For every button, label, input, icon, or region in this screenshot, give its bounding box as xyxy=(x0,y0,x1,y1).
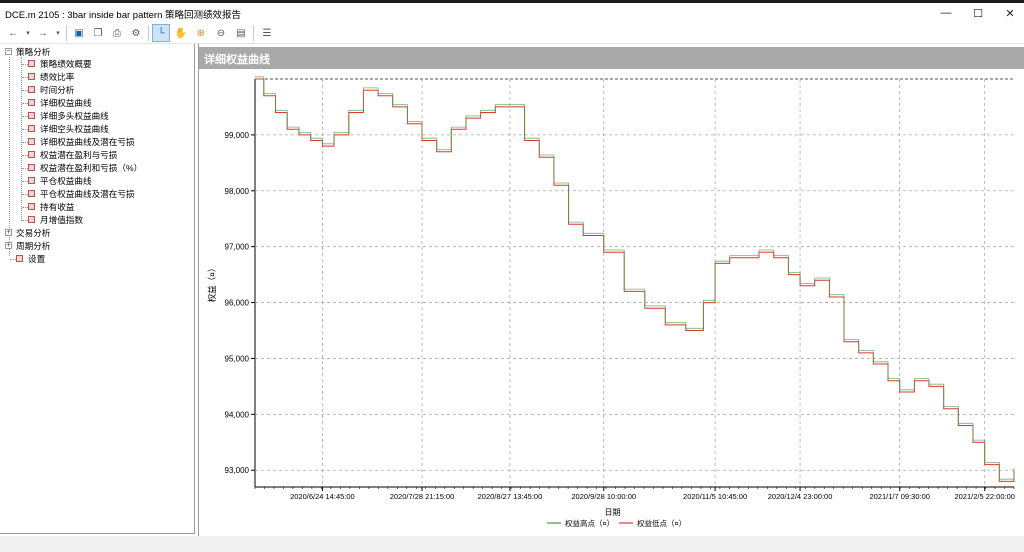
maximize-icon[interactable]: ☐ xyxy=(964,5,992,21)
window-title: DCE.m 2105 : 3bar inside bar pattern 策略回… xyxy=(5,10,242,21)
toolbar-separator xyxy=(148,25,149,41)
chart-icon xyxy=(28,112,35,119)
chart-icon xyxy=(28,138,35,145)
y-tick-label: 93,000 xyxy=(225,466,250,475)
title-bar: DCE.m 2105 : 3bar inside bar pattern 策略回… xyxy=(0,3,1024,22)
chart-icon xyxy=(28,177,35,184)
series-line-equity-high xyxy=(255,76,1015,480)
chart-icon xyxy=(28,151,35,158)
toolbar-separator xyxy=(253,25,254,41)
analysis-tree: − 策略分析 策略绩效概要 绩效比率 时间分析 详细权益曲线 详细多头权益曲线 … xyxy=(0,44,195,534)
minimize-icon[interactable]: — xyxy=(932,5,960,21)
cursor-icon[interactable]: └ xyxy=(152,24,170,42)
y-tick-label: 98,000 xyxy=(225,187,250,196)
report-panel: 详细权益曲线 93,000 94,000 95,000 96,000 97,000 98,… xyxy=(198,44,1024,536)
x-tick-label: 2020/12/4 23:00:00 xyxy=(768,492,833,501)
settings-icon xyxy=(16,255,23,262)
y-tick-label: 99,000 xyxy=(225,131,250,140)
status-strip xyxy=(0,536,1024,552)
toolbar-separator xyxy=(66,25,67,41)
zoom-out-icon[interactable]: ⊖ xyxy=(212,24,230,42)
x-tick-label: 2020/11/5 10:45:00 xyxy=(683,492,747,501)
toolbar: ← ▾ → ▾ ▣ ❐ ⎙ ⚙ └ ✋ ⊕ ⊖ ▤ ☰ xyxy=(0,22,1024,44)
y-tick-label: 96,000 xyxy=(225,299,250,308)
report-icon xyxy=(28,73,35,80)
x-tick-label: 2020/8/27 13:45:00 xyxy=(478,492,543,501)
print-icon[interactable]: ⎙ xyxy=(108,24,126,42)
equity-chart-svg: 93,000 94,000 95,000 96,000 97,000 98,000 99,0… xyxy=(207,76,1015,528)
report-icon xyxy=(28,86,35,93)
report-icon xyxy=(28,60,35,67)
save-icon[interactable]: ▣ xyxy=(70,24,88,42)
x-tick-label: 2020/6/24 14:45:00 xyxy=(290,492,355,501)
equity-chart[interactable]: 93,000 94,000 95,000 96,000 97,000 98,000 99,0… xyxy=(199,69,1024,534)
legend-label-high: 权益高点（¤） xyxy=(565,518,614,528)
close-icon[interactable]: ✕ xyxy=(996,5,1024,21)
chart-icon[interactable]: ☰ xyxy=(258,24,276,42)
settings-icon[interactable]: ⚙ xyxy=(127,24,145,42)
forward-dropdown-icon[interactable]: ▾ xyxy=(49,24,67,42)
chart-icon xyxy=(28,203,35,210)
copy-icon[interactable]: ❐ xyxy=(89,24,107,42)
y-tick-label: 97,000 xyxy=(225,243,250,252)
chart-icon xyxy=(28,125,35,132)
y-tick-label: 95,000 xyxy=(225,354,250,363)
collapse-icon[interactable]: − xyxy=(5,48,12,55)
y-tick-label: 94,000 xyxy=(225,410,250,419)
x-axis-label: 日期 xyxy=(605,508,621,517)
x-tick-label: 2020/7/28 21:15:00 xyxy=(390,492,455,501)
zoom-in-icon[interactable]: ⊕ xyxy=(192,24,210,42)
chart-icon xyxy=(28,216,35,223)
y-axis-label: 权益（¤） xyxy=(207,264,217,303)
expand-icon[interactable]: + xyxy=(5,229,12,236)
chart-icon xyxy=(28,190,35,197)
panel-title: 详细权益曲线 xyxy=(204,54,270,66)
series-line-equity-low xyxy=(255,78,1015,482)
panel-header: 详细权益曲线 xyxy=(199,47,1024,69)
expand-icon[interactable]: + xyxy=(5,242,12,249)
legend-label-low: 权益低点（¤） xyxy=(637,518,686,528)
hand-icon[interactable]: ✋ xyxy=(172,24,190,42)
chart-icon xyxy=(28,99,35,106)
x-tick-label: 2021/1/7 09:30:00 xyxy=(869,492,929,501)
fit-icon[interactable]: ▤ xyxy=(232,24,250,42)
x-tick-label: 2021/2/5 22:00:00 xyxy=(954,492,1014,501)
chart-icon xyxy=(28,164,35,171)
x-tick-label: 2020/9/28 10:00:00 xyxy=(571,492,636,501)
